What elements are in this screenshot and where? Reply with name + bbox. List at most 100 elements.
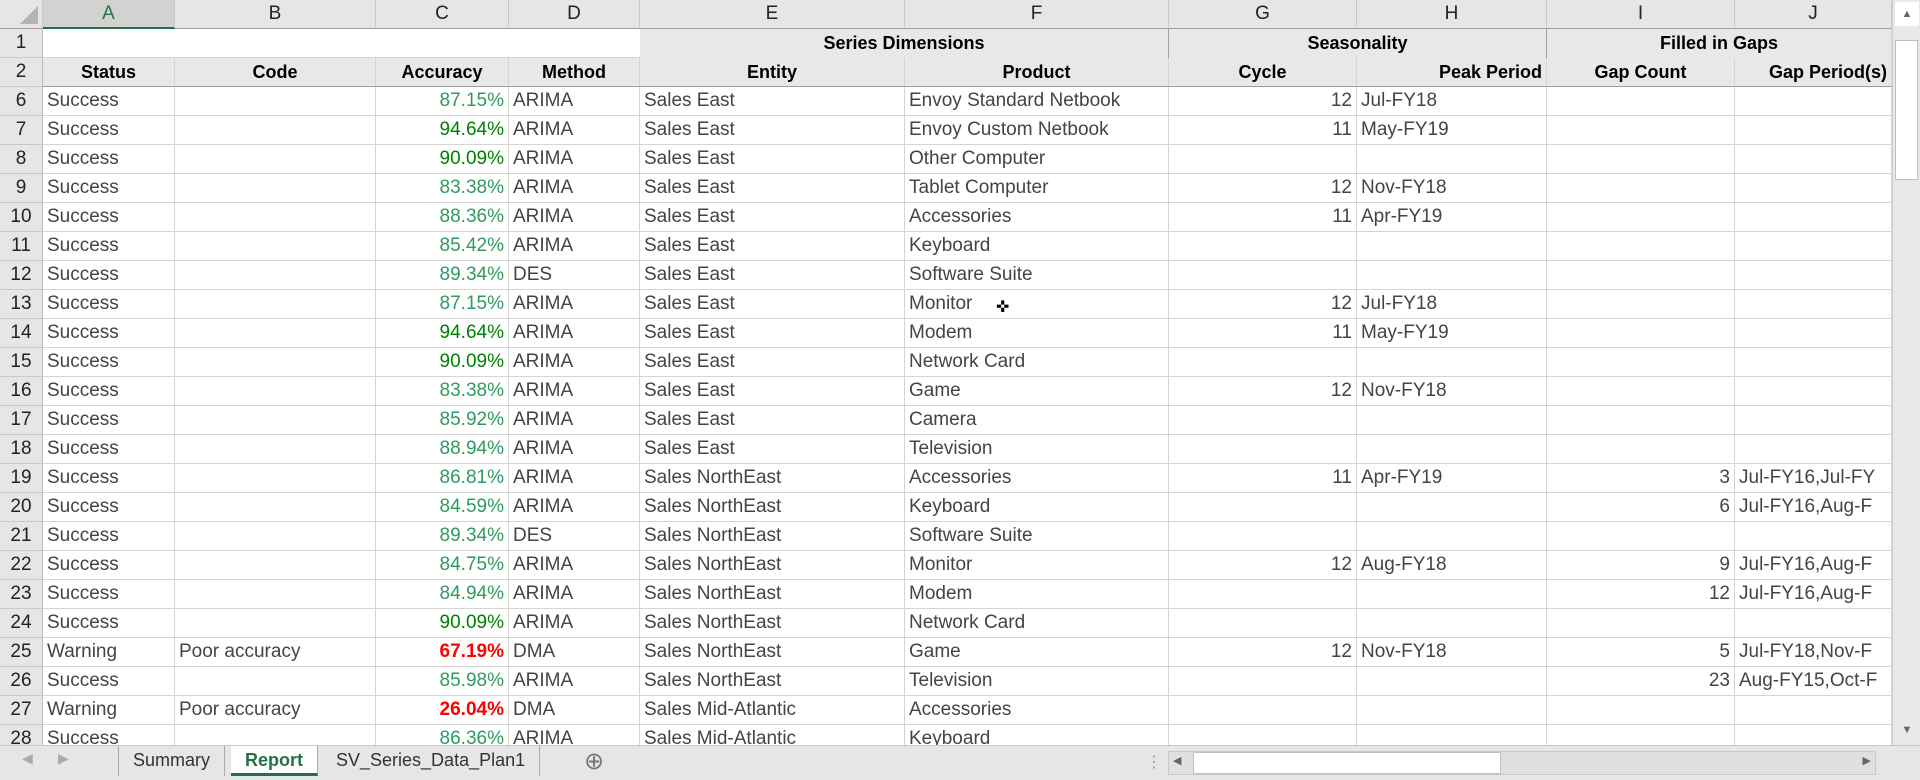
accuracy-cell[interactable]: 85.98% xyxy=(376,667,509,696)
product-cell[interactable]: Monitor xyxy=(905,290,1169,319)
peak-period-cell[interactable] xyxy=(1357,580,1547,609)
entity-cell[interactable]: Sales Mid-Atlantic xyxy=(640,696,905,725)
product-cell[interactable]: Television xyxy=(905,435,1169,464)
code-cell[interactable] xyxy=(175,609,376,638)
product-cell[interactable]: Keyboard xyxy=(905,725,1169,745)
entity-cell[interactable]: Sales East xyxy=(640,377,905,406)
product-cell[interactable]: Software Suite xyxy=(905,261,1169,290)
peak-period-cell[interactable]: Jul-FY18 xyxy=(1357,290,1547,319)
scroll-down-icon[interactable]: ▼ xyxy=(1895,718,1919,742)
entity-cell[interactable]: Sales NorthEast xyxy=(640,638,905,667)
peak-period-cell[interactable] xyxy=(1357,435,1547,464)
peak-period-cell[interactable]: Apr-FY19 xyxy=(1357,203,1547,232)
product-cell[interactable]: Camera xyxy=(905,406,1169,435)
peak-period-cell[interactable] xyxy=(1357,696,1547,725)
gap-periods-cell[interactable] xyxy=(1735,377,1892,406)
gap-count-cell[interactable] xyxy=(1547,609,1735,638)
row-number[interactable]: 7 xyxy=(0,116,43,145)
accuracy-cell[interactable]: 87.15% xyxy=(376,87,509,116)
status-cell[interactable]: Success xyxy=(43,377,175,406)
status-cell[interactable]: Success xyxy=(43,406,175,435)
entity-cell[interactable]: Sales East xyxy=(640,174,905,203)
row-number[interactable]: 18 xyxy=(0,435,43,464)
peak-period-cell[interactable]: Nov-FY18 xyxy=(1357,638,1547,667)
product-cell[interactable]: Monitor xyxy=(905,551,1169,580)
method-cell[interactable]: ARIMA xyxy=(509,116,640,145)
header-cell[interactable]: Product xyxy=(905,58,1169,87)
tab-sv-series-data-plan1[interactable]: SV_Series_Data_Plan1 xyxy=(322,746,541,776)
row-number[interactable]: 17 xyxy=(0,406,43,435)
cycle-cell[interactable]: 12 xyxy=(1169,174,1357,203)
status-cell[interactable]: Success xyxy=(43,145,175,174)
gap-periods-cell[interactable] xyxy=(1735,348,1892,377)
cycle-cell[interactable] xyxy=(1169,145,1357,174)
product-cell[interactable]: Accessories xyxy=(905,203,1169,232)
gap-periods-cell[interactable] xyxy=(1735,522,1892,551)
code-cell[interactable] xyxy=(175,551,376,580)
vertical-scroll-thumb[interactable] xyxy=(1895,40,1918,180)
method-cell[interactable]: ARIMA xyxy=(509,319,640,348)
row-number[interactable]: 19 xyxy=(0,464,43,493)
method-cell[interactable]: ARIMA xyxy=(509,290,640,319)
product-cell[interactable]: Accessories xyxy=(905,464,1169,493)
gap-periods-cell[interactable] xyxy=(1735,203,1892,232)
code-cell[interactable] xyxy=(175,203,376,232)
status-cell[interactable]: Success xyxy=(43,174,175,203)
method-cell[interactable]: ARIMA xyxy=(509,406,640,435)
code-cell[interactable] xyxy=(175,116,376,145)
row-number[interactable]: 6 xyxy=(0,87,43,116)
entity-cell[interactable]: Sales East xyxy=(640,290,905,319)
status-cell[interactable]: Success xyxy=(43,319,175,348)
peak-period-cell[interactable]: Nov-FY18 xyxy=(1357,174,1547,203)
entity-cell[interactable]: Sales NorthEast xyxy=(640,464,905,493)
entity-cell[interactable]: Sales NorthEast xyxy=(640,522,905,551)
gap-periods-cell[interactable] xyxy=(1735,290,1892,319)
code-cell[interactable] xyxy=(175,406,376,435)
product-cell[interactable]: Other Computer xyxy=(905,145,1169,174)
method-cell[interactable]: ARIMA xyxy=(509,725,640,745)
product-cell[interactable]: Keyboard xyxy=(905,232,1169,261)
status-cell[interactable]: Success xyxy=(43,493,175,522)
code-cell[interactable] xyxy=(175,493,376,522)
product-cell[interactable]: Modem xyxy=(905,580,1169,609)
header-cell[interactable]: Entity xyxy=(640,58,905,87)
method-cell[interactable]: ARIMA xyxy=(509,232,640,261)
row-number[interactable]: 2 xyxy=(0,58,43,87)
peak-period-cell[interactable] xyxy=(1357,725,1547,745)
column-header-d[interactable]: D xyxy=(509,0,640,29)
code-cell[interactable] xyxy=(175,522,376,551)
column-header-i[interactable]: I xyxy=(1547,0,1735,29)
accuracy-cell[interactable]: 87.15% xyxy=(376,290,509,319)
accuracy-cell[interactable]: 94.64% xyxy=(376,319,509,348)
cycle-cell[interactable] xyxy=(1169,493,1357,522)
cycle-cell[interactable] xyxy=(1169,696,1357,725)
column-header-a[interactable]: A xyxy=(43,0,175,29)
accuracy-cell[interactable]: 89.34% xyxy=(376,261,509,290)
method-cell[interactable]: DES xyxy=(509,261,640,290)
method-cell[interactable]: ARIMA xyxy=(509,435,640,464)
product-cell[interactable]: Tablet Computer xyxy=(905,174,1169,203)
cycle-cell[interactable] xyxy=(1169,435,1357,464)
gap-periods-cell[interactable]: Jul-FY18,Nov-F xyxy=(1735,638,1892,667)
entity-cell[interactable]: Sales East xyxy=(640,261,905,290)
code-cell[interactable] xyxy=(175,580,376,609)
gap-count-cell[interactable] xyxy=(1547,174,1735,203)
accuracy-cell[interactable]: 90.09% xyxy=(376,145,509,174)
gap-periods-cell[interactable] xyxy=(1735,116,1892,145)
scroll-up-icon[interactable]: ▲ xyxy=(1895,2,1919,26)
accuracy-cell[interactable]: 83.38% xyxy=(376,377,509,406)
header-cell[interactable]: Gap Count xyxy=(1547,58,1735,87)
entity-cell[interactable]: Sales NorthEast xyxy=(640,609,905,638)
gap-periods-cell[interactable] xyxy=(1735,725,1892,745)
accuracy-cell[interactable]: 26.04% xyxy=(376,696,509,725)
status-cell[interactable]: Success xyxy=(43,667,175,696)
cycle-cell[interactable]: 11 xyxy=(1169,464,1357,493)
spreadsheet-grid[interactable]: ABCDEFGHIJ 1 Series Dimensions Seasonali… xyxy=(0,0,1892,745)
scroll-right-icon[interactable]: ▶ xyxy=(1863,754,1871,767)
cycle-cell[interactable]: 11 xyxy=(1169,319,1357,348)
header-cell[interactable]: Status xyxy=(43,58,175,87)
row-number[interactable]: 27 xyxy=(0,696,43,725)
gap-count-cell[interactable]: 9 xyxy=(1547,551,1735,580)
peak-period-cell[interactable]: May-FY19 xyxy=(1357,319,1547,348)
cycle-cell[interactable] xyxy=(1169,725,1357,745)
